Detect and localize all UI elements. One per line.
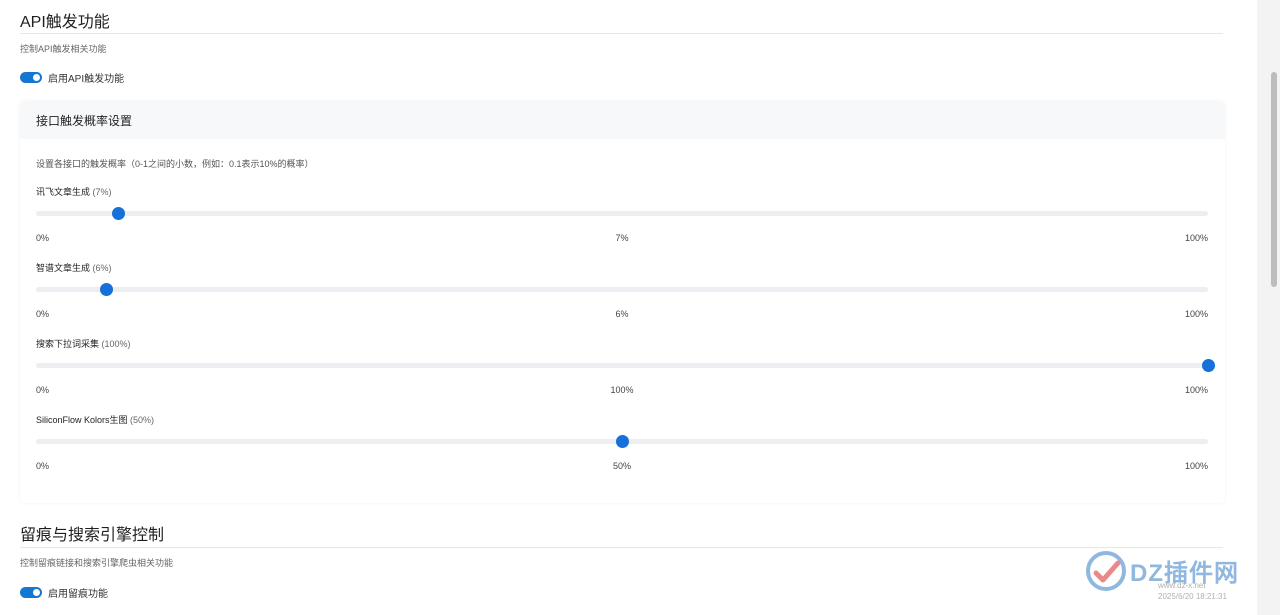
api-section-divider: [20, 33, 1223, 34]
slider-siliconflow: SiliconFlow Kolors生图 (50%) 0% 50% 100%: [36, 413, 1208, 471]
api-section-title: API触发功能: [20, 14, 110, 31]
slider-thumb[interactable]: [100, 283, 114, 296]
tick-min: 0%: [36, 461, 50, 471]
trace-toggle-row: 启用留痕功能: [20, 585, 108, 600]
probability-card: 接口触发概率设置 设置各接口的触发概率（0-1之间的小数，例如：0.1表示10%…: [20, 101, 1225, 503]
toggle-knob: [33, 74, 40, 81]
watermark: DZ插件网 www.dz-x.net 2025/6/20 18:21:31: [1078, 545, 1258, 615]
slider-label: 智谱文章生成 (6%): [36, 261, 1208, 274]
slider-label: 讯飞文章生成 (7%): [36, 185, 1208, 198]
slider-track[interactable]: [36, 207, 1208, 220]
tick-max: 100%: [1184, 309, 1208, 319]
slider-track[interactable]: [36, 283, 1208, 296]
tick-max: 100%: [1184, 385, 1208, 395]
tick-max: 100%: [1184, 233, 1208, 243]
slider-search-suggest: 搜索下拉词采集 (100%) 0% 100% 100%: [36, 337, 1215, 395]
trace-toggle-label: 启用留痕功能: [48, 589, 108, 600]
scrollbar-thumb[interactable]: [1271, 72, 1277, 287]
slider-name: SiliconFlow Kolors生图: [36, 415, 128, 425]
api-toggle-label: 启用API触发功能: [48, 74, 125, 85]
slider-track[interactable]: [36, 435, 1208, 448]
tick-min: 0%: [36, 309, 50, 319]
probability-card-header: 接口触发概率设置: [20, 101, 1225, 139]
settings-page: API触发功能 控制API触发相关功能 启用API触发功能 接口触发概率设置 设…: [0, 0, 1240, 615]
tick-current: 50%: [612, 461, 632, 471]
slider-percent: (100%): [101, 339, 131, 349]
slider-track[interactable]: [36, 359, 1215, 372]
slider-label: SiliconFlow Kolors生图 (50%): [36, 413, 1208, 426]
watermark-date: 2025/6/20 18:21:31: [1158, 592, 1227, 601]
tick-min: 0%: [36, 385, 50, 395]
watermark-url: www.dz-x.net: [1158, 581, 1206, 590]
slider-thumb[interactable]: [112, 207, 126, 220]
probability-card-description: 设置各接口的触发概率（0-1之间的小数，例如：0.1表示10%的概率）: [36, 159, 314, 169]
watermark-logo-icon: [1086, 551, 1126, 591]
slider-label: 搜索下拉词采集 (100%): [36, 337, 1208, 350]
tick-current: 6%: [615, 309, 629, 319]
toggle-knob: [33, 589, 40, 596]
slider-percent: (50%): [130, 415, 155, 425]
api-trigger-toggle[interactable]: [20, 72, 42, 83]
slider-thumb[interactable]: [616, 435, 629, 448]
slider-name: 搜索下拉词采集: [36, 339, 100, 349]
tick-current: 7%: [615, 233, 629, 243]
slider-xunfei: 讯飞文章生成 (7%) 0% 7% 100%: [36, 185, 1208, 243]
tick-min: 0%: [36, 233, 50, 243]
slider-thumb[interactable]: [1202, 359, 1215, 372]
tick-max: 100%: [1184, 461, 1208, 471]
tick-current: 100%: [610, 385, 634, 395]
slider-zhipu: 智谱文章生成 (6%) 0% 6% 100%: [36, 261, 1208, 319]
api-toggle-row: 启用API触发功能: [20, 70, 124, 85]
trace-toggle[interactable]: [20, 587, 42, 598]
trace-section-title: 留痕与搜索引擎控制: [20, 527, 165, 544]
api-section-description: 控制API触发相关功能: [20, 44, 107, 54]
trace-section-divider: [20, 547, 1223, 548]
slider-percent: (6%): [92, 263, 112, 273]
slider-percent: (7%): [92, 187, 112, 197]
slider-name: 智谱文章生成: [36, 263, 91, 273]
trace-section-description: 控制留痕链接和搜索引擎爬虫相关功能: [20, 558, 174, 568]
slider-name: 讯飞文章生成: [36, 187, 91, 197]
vertical-scrollbar[interactable]: [1257, 0, 1280, 615]
